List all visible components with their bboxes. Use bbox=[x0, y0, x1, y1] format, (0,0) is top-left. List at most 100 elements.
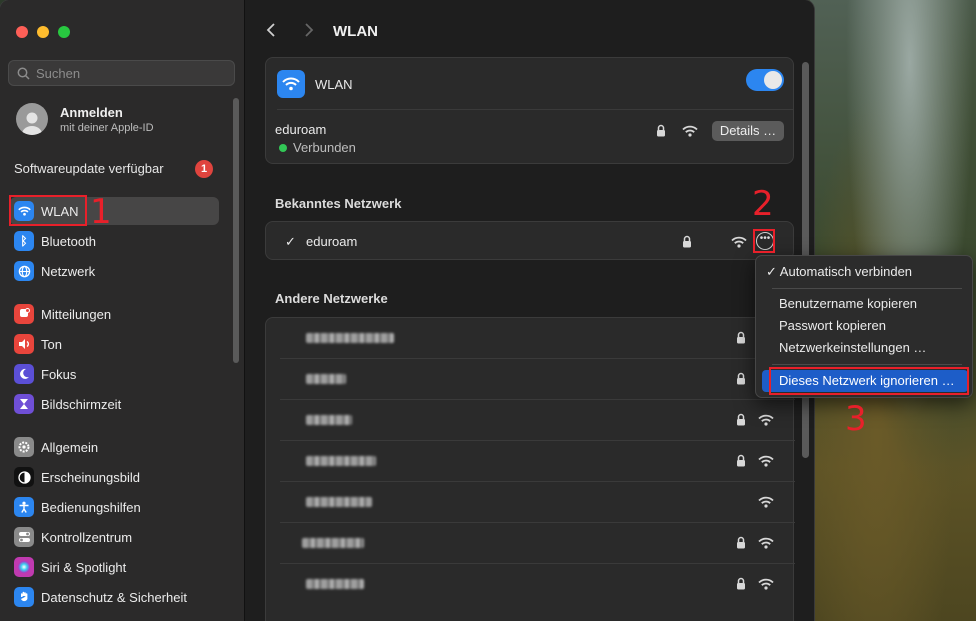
siri-icon bbox=[14, 557, 34, 577]
network-name-redacted bbox=[302, 538, 364, 548]
sidebar-scrollbar[interactable] bbox=[233, 98, 239, 363]
network-row[interactable] bbox=[266, 359, 795, 400]
speaker-icon bbox=[14, 334, 34, 354]
avatar bbox=[16, 103, 48, 135]
sidebar-item-netzwerk[interactable]: Netzwerk bbox=[10, 257, 219, 285]
sidebar-item-allgemein[interactable]: Allgemein bbox=[10, 433, 219, 461]
network-name-redacted bbox=[306, 415, 352, 425]
annotation-number-3: 3 bbox=[845, 399, 867, 439]
network-name-redacted bbox=[306, 374, 346, 384]
close-window-button[interactable] bbox=[16, 26, 28, 38]
page-title: WLAN bbox=[333, 23, 378, 40]
network-name-redacted bbox=[306, 333, 394, 343]
network-name-redacted bbox=[306, 579, 364, 589]
back-button[interactable] bbox=[266, 22, 276, 43]
lock-icon bbox=[736, 331, 746, 347]
connected-dot-icon bbox=[279, 144, 287, 152]
menu-copy-password[interactable]: Passwort kopieren bbox=[762, 315, 968, 337]
chevron-right-icon bbox=[305, 23, 314, 37]
person-silhouette-icon bbox=[22, 112, 42, 135]
sidebar-item-kontrollzentrum[interactable]: Kontrollzentrum bbox=[10, 523, 219, 551]
update-count-badge: 1 bbox=[195, 160, 213, 178]
other-networks-heading: Andere Netzwerke bbox=[275, 291, 388, 306]
sidebar-item-bildschirmzeit[interactable]: Bildschirmzeit bbox=[10, 390, 219, 418]
wifi-signal-icon bbox=[758, 414, 774, 429]
annotation-number-1: 1 bbox=[90, 192, 112, 232]
account-subtitle: mit deiner Apple-ID bbox=[60, 121, 154, 134]
known-network-row[interactable]: ✓ eduroam bbox=[265, 221, 794, 260]
account-title: Anmelden bbox=[60, 104, 123, 120]
connection-status-text: Verbunden bbox=[293, 140, 356, 155]
bluetooth-icon: ᛒ bbox=[14, 231, 34, 251]
wlan-toggle[interactable] bbox=[746, 69, 784, 91]
menu-copy-username[interactable]: Benutzername kopieren bbox=[762, 293, 968, 315]
software-update-item[interactable]: Softwareupdate verfügbar bbox=[14, 161, 214, 176]
hand-icon bbox=[14, 587, 34, 607]
sidebar-item-siri-spotlight[interactable]: Siri & Spotlight bbox=[10, 553, 219, 581]
wifi-signal-icon bbox=[758, 578, 774, 593]
card-divider bbox=[277, 109, 793, 110]
sidebar-item-label: Bluetooth bbox=[41, 233, 96, 249]
toolbar: WLAN bbox=[246, 0, 814, 60]
annotation-box-forget bbox=[769, 367, 969, 395]
menu-separator bbox=[772, 364, 962, 365]
sidebar-item-bluetooth[interactable]: ᛒ Bluetooth bbox=[10, 227, 219, 255]
lock-icon bbox=[736, 413, 746, 429]
globe-icon bbox=[14, 261, 34, 281]
wifi-signal-icon bbox=[758, 537, 774, 552]
sidebar-item-ton[interactable]: Ton bbox=[10, 330, 219, 358]
network-row[interactable] bbox=[266, 400, 795, 441]
other-networks-list bbox=[265, 317, 795, 621]
checkmark-icon: ✓ bbox=[285, 234, 296, 249]
known-network-name: eduroam bbox=[306, 234, 358, 249]
lock-icon bbox=[736, 372, 746, 388]
sidebar-item-bedienungshilfen[interactable]: Bedienungshilfen bbox=[10, 493, 219, 521]
sidebar-item-label: Datenschutz & Sicherheit bbox=[41, 589, 187, 605]
wlan-card: WLAN eduroam Verbunden Details … bbox=[265, 57, 794, 164]
sidebar-item-erscheinungsbild[interactable]: Erscheinungsbild bbox=[10, 463, 219, 491]
network-row[interactable] bbox=[266, 441, 795, 482]
apple-id-signin[interactable]: Anmelden mit deiner Apple-ID bbox=[16, 103, 154, 135]
notification-icon bbox=[14, 304, 34, 324]
lock-icon bbox=[736, 577, 746, 593]
wifi-signal-icon bbox=[758, 455, 774, 470]
sidebar-item-label: Erscheinungsbild bbox=[41, 469, 141, 485]
wifi-signal-icon bbox=[731, 236, 747, 248]
accessibility-icon bbox=[14, 497, 34, 517]
control-center-icon bbox=[14, 527, 34, 547]
details-button[interactable]: Details … bbox=[712, 121, 784, 141]
sidebar-item-fokus[interactable]: Fokus bbox=[10, 360, 219, 388]
lock-icon bbox=[683, 235, 691, 248]
wlan-label: WLAN bbox=[315, 77, 353, 92]
network-name-redacted bbox=[306, 497, 372, 507]
system-settings-window: Suchen Anmelden mit deiner Apple-ID Soft… bbox=[0, 0, 814, 621]
gear-icon bbox=[14, 437, 34, 457]
sidebar-item-label: Siri & Spotlight bbox=[41, 559, 127, 575]
sidebar-item-label: Mitteilungen bbox=[41, 306, 112, 322]
sidebar: Suchen Anmelden mit deiner Apple-ID Soft… bbox=[0, 0, 245, 621]
forward-button[interactable] bbox=[304, 22, 314, 43]
sidebar-item-label: Bedienungshilfen bbox=[41, 499, 141, 515]
network-row[interactable] bbox=[266, 318, 795, 359]
menu-separator bbox=[772, 288, 962, 289]
sidebar-item-mitteilungen[interactable]: Mitteilungen bbox=[10, 300, 219, 328]
hourglass-icon bbox=[14, 394, 34, 414]
menu-network-settings[interactable]: Netzwerkeinstellungen … bbox=[762, 337, 968, 359]
sidebar-item-datenschutz-sicherheit[interactable]: Datenschutz & Sicherheit bbox=[10, 583, 219, 611]
sidebar-item-label: Fokus bbox=[41, 366, 77, 382]
appearance-icon bbox=[14, 467, 34, 487]
search-field[interactable]: Suchen bbox=[8, 60, 235, 86]
minimize-window-button[interactable] bbox=[37, 26, 49, 38]
moon-icon bbox=[14, 364, 34, 384]
network-row[interactable] bbox=[266, 523, 795, 564]
lock-icon bbox=[736, 454, 746, 470]
network-row[interactable] bbox=[266, 482, 795, 523]
sidebar-item-label: Bildschirmzeit bbox=[41, 396, 122, 412]
menu-auto-join[interactable]: ✓ Automatisch verbinden bbox=[762, 261, 968, 283]
wifi-signal-icon bbox=[758, 496, 774, 511]
search-icon bbox=[17, 67, 30, 80]
chevron-left-icon bbox=[266, 23, 275, 37]
network-row[interactable] bbox=[266, 564, 795, 605]
search-placeholder: Suchen bbox=[36, 65, 81, 81]
maximize-window-button[interactable] bbox=[58, 26, 70, 38]
